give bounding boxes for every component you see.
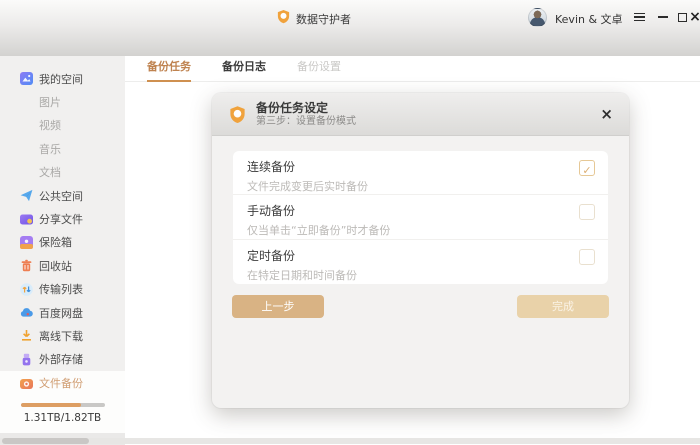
sidebar-item-safe-box[interactable]: 保险箱 <box>0 231 125 254</box>
backup-mode-card: 连续备份 文件完成变更后实时备份 手动备份 仅当单击“立即备份”时才备份 定时备… <box>233 151 608 284</box>
tab-backup-tasks[interactable]: 备份任务 <box>147 58 191 82</box>
user-name[interactable]: Kevin & 文卓 <box>555 11 623 27</box>
option-title: 手动备份 <box>247 202 560 219</box>
shared-files-icon <box>20 213 33 226</box>
trash-icon <box>20 259 33 272</box>
sidebar-item-label: 保险箱 <box>39 234 72 250</box>
continuous-backup-checkbox[interactable] <box>579 160 595 176</box>
option-title: 连续备份 <box>247 158 560 175</box>
sidebar-item-label: 回收站 <box>39 258 72 274</box>
option-manual-backup[interactable]: 手动备份 仅当单击“立即备份”时才备份 <box>233 195 608 239</box>
usb-drive-icon <box>20 353 33 366</box>
paper-plane-icon <box>20 189 33 202</box>
tab-backup-settings[interactable]: 备份设置 <box>297 58 341 82</box>
close-window-icon[interactable]: × <box>686 9 700 25</box>
titlebar: 数据守护者 Kevin & 文卓 × <box>0 0 700 56</box>
scheduled-backup-checkbox[interactable] <box>579 249 595 265</box>
sidebar-item-label: 视频 <box>39 117 61 133</box>
sidebar-item-label: 公共空间 <box>39 188 83 204</box>
sidebar-item-label: 百度网盘 <box>39 305 83 321</box>
scrollbar-thumb[interactable] <box>2 438 89 444</box>
sidebar-item-label: 外部存储 <box>39 351 83 367</box>
sidebar-item-offline-download[interactable]: 离线下载 <box>0 324 125 347</box>
sidebar-item-label: 文件备份 <box>39 375 83 391</box>
sidebar-item-label: 传输列表 <box>39 281 83 297</box>
manual-backup-checkbox[interactable] <box>579 204 595 220</box>
sidebar-item-label: 我的空间 <box>39 71 83 87</box>
option-description: 仅当单击“立即备份”时才备份 <box>247 222 560 238</box>
backup-task-setup-dialog: 备份任务设定 第三步：设置备份模式 × 连续备份 文件完成变更后实时备份 手动备… <box>212 93 629 408</box>
transfer-arrows-icon <box>20 283 33 296</box>
sidebar-item-label: 音乐 <box>39 141 61 157</box>
previous-step-button[interactable]: 上一步 <box>232 295 324 318</box>
sidebar-item-label: 分享文件 <box>39 211 83 227</box>
dialog-shield-icon <box>228 105 247 124</box>
option-title: 定时备份 <box>247 247 560 264</box>
sidebar-item-music[interactable]: 音乐 <box>0 137 125 160</box>
sidebar-item-videos[interactable]: 视频 <box>0 114 125 137</box>
storage-progress-track <box>21 403 105 407</box>
sidebar-item-external-storage[interactable]: 外部存储 <box>0 348 125 371</box>
option-scheduled-backup[interactable]: 定时备份 在特定日期和时间备份 <box>233 240 608 284</box>
backup-camera-icon <box>20 377 33 390</box>
menu-icon[interactable] <box>630 9 648 25</box>
dialog-step-subtitle: 第三步：设置备份模式 <box>256 115 356 128</box>
dialog-buttons: 上一步 完成 <box>232 295 609 318</box>
sidebar-item-file-backup[interactable]: 文件备份 <box>0 371 125 395</box>
finish-button[interactable]: 完成 <box>517 295 609 318</box>
dialog-close-icon[interactable]: × <box>600 107 613 122</box>
sidebar-item-transfer-list[interactable]: 传输列表 <box>0 278 125 301</box>
sidebar-item-pictures[interactable]: 图片 <box>0 90 125 113</box>
dialog-header: 备份任务设定 第三步：设置备份模式 × <box>212 93 629 136</box>
tab-backup-logs[interactable]: 备份日志 <box>222 58 266 82</box>
storage-label: 1.31TB/1.82TB <box>0 412 125 424</box>
sidebar-item-documents[interactable]: 文档 <box>0 161 125 184</box>
cloud-icon <box>20 306 33 319</box>
horizontal-scrollbar[interactable] <box>0 438 700 444</box>
option-description: 文件完成变更后实时备份 <box>247 178 560 194</box>
tab-bar: 备份任务 备份日志 备份设置 <box>125 56 700 82</box>
sidebar: 我的空间 图片 视频 音乐 文档 公共空间 分享文件 保险箱 <box>0 56 125 433</box>
sidebar-item-baidu-netdisk[interactable]: 百度网盘 <box>0 301 125 324</box>
safe-box-icon <box>20 236 33 249</box>
sidebar-item-my-space[interactable]: 我的空间 <box>0 67 125 90</box>
app-title: 数据守护者 <box>296 11 351 27</box>
download-icon <box>20 329 33 342</box>
sidebar-item-recycle-bin[interactable]: 回收站 <box>0 254 125 277</box>
minimize-icon[interactable] <box>654 9 672 25</box>
sidebar-item-label: 文档 <box>39 164 61 180</box>
storage-progress-fill <box>21 403 81 407</box>
app-logo-shield-icon <box>276 9 291 24</box>
sidebar-item-label: 图片 <box>39 94 61 110</box>
storage-panel: 1.31TB/1.82TB <box>0 394 125 433</box>
sidebar-item-shared-files[interactable]: 分享文件 <box>0 207 125 230</box>
option-continuous-backup[interactable]: 连续备份 文件完成变更后实时备份 <box>233 151 608 195</box>
dialog-title: 备份任务设定 <box>256 101 356 115</box>
option-description: 在特定日期和时间备份 <box>247 267 560 283</box>
user-avatar[interactable] <box>528 8 547 27</box>
sidebar-item-public-space[interactable]: 公共空间 <box>0 184 125 207</box>
sidebar-item-label: 离线下载 <box>39 328 83 344</box>
my-space-icon <box>20 72 33 85</box>
